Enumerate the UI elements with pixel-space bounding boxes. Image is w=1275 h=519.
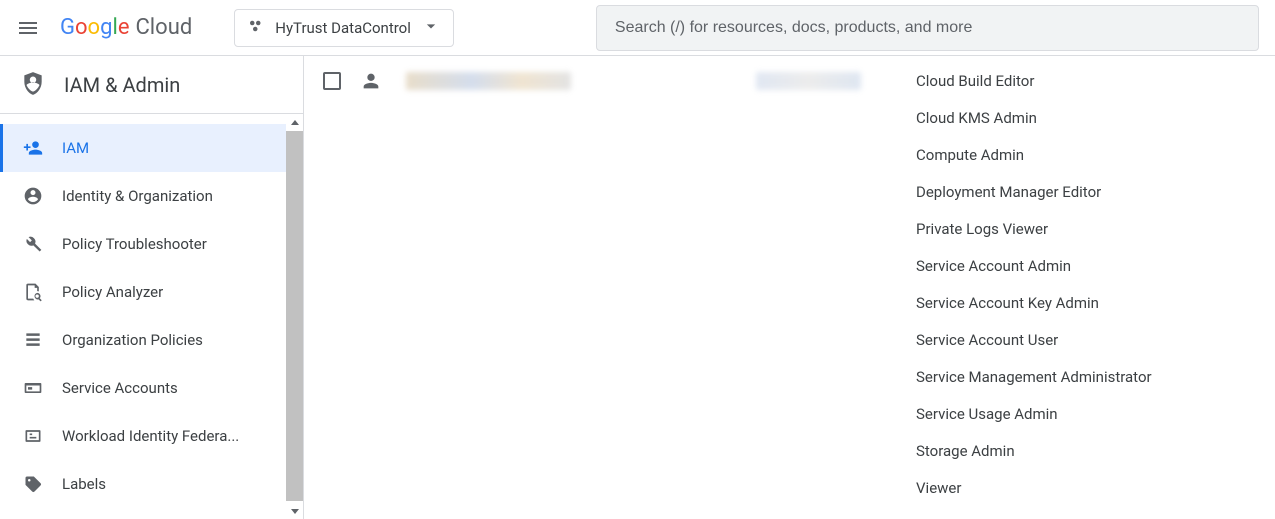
project-picker[interactable]: HyTrust DataControl (234, 9, 454, 47)
sidebar-title: IAM & Admin (64, 73, 180, 97)
name-redacted (756, 72, 861, 90)
sidebar-item-policy-analyzer[interactable]: Policy Analyzer (0, 268, 303, 316)
sidebar-item-label: Service Accounts (62, 379, 178, 397)
shield-account-icon (20, 70, 46, 100)
roles-list: Cloud Build Editor Cloud KMS Admin Compu… (916, 72, 1275, 497)
role-item: Private Logs Viewer (916, 220, 1275, 238)
sidebar-item-label: Policy Troubleshooter (62, 235, 207, 253)
account-circle-icon (22, 186, 44, 206)
google-cloud-logo[interactable]: Google Cloud (60, 15, 192, 40)
badge-icon (22, 426, 44, 446)
sidebar-item-service-accounts[interactable]: Service Accounts (0, 364, 303, 412)
top-bar: Google Cloud HyTrust DataControl (0, 0, 1275, 56)
role-item: Service Account Key Admin (916, 294, 1275, 312)
role-item: Deployment Manager Editor (916, 183, 1275, 201)
scrollbar-thumb[interactable] (286, 131, 303, 501)
principal-redacted (406, 72, 571, 90)
role-item: Compute Admin (916, 146, 1275, 164)
role-item: Service Management Administrator (916, 368, 1275, 386)
search-input[interactable] (596, 5, 1259, 51)
person-icon (360, 70, 382, 96)
menu-icon[interactable] (16, 16, 40, 40)
scrollbar-down-icon[interactable] (286, 502, 303, 519)
row-checkbox[interactable] (323, 72, 341, 90)
sidebar-item-iam[interactable]: IAM (0, 124, 303, 172)
sidebar-scrollbar[interactable] (286, 114, 303, 519)
sidebar-list: IAM Identity & Organization Policy Troub… (0, 114, 303, 508)
chevron-down-icon (421, 16, 441, 40)
principal-row: Cloud Build Editor Cloud KMS Admin Compu… (304, 70, 1275, 497)
sidebar-item-policy-troubleshooter[interactable]: Policy Troubleshooter (0, 220, 303, 268)
sidebar-item-label: IAM (62, 139, 89, 157)
role-item: Storage Admin (916, 442, 1275, 460)
person-add-icon (22, 138, 44, 158)
sidebar-item-label: Organization Policies (62, 331, 203, 349)
sidebar-item-organization-policies[interactable]: Organization Policies (0, 316, 303, 364)
scrollbar-up-icon[interactable] (286, 114, 303, 131)
project-scope-icon (247, 17, 265, 39)
sidebar-item-label: Identity & Organization (62, 187, 213, 205)
search-container (596, 5, 1259, 51)
doc-search-icon (22, 282, 44, 302)
role-item: Service Usage Admin (916, 405, 1275, 423)
sidebar-item-identity-organization[interactable]: Identity & Organization (0, 172, 303, 220)
role-item: Viewer (916, 479, 1275, 497)
role-item: Cloud KMS Admin (916, 109, 1275, 127)
sidebar-item-label: Labels (62, 475, 106, 493)
sidebar-item-labels[interactable]: Labels (0, 460, 303, 508)
sidebar-item-label: Workload Identity Federa... (62, 427, 239, 445)
role-item: Cloud Build Editor (916, 72, 1275, 90)
sidebar-header: IAM & Admin (0, 56, 303, 114)
role-item: Service Account User (916, 331, 1275, 349)
main-content: Cloud Build Editor Cloud KMS Admin Compu… (304, 56, 1275, 519)
wrench-icon (22, 234, 44, 254)
project-name: HyTrust DataControl (275, 19, 411, 37)
cloud-word: Cloud (135, 15, 192, 40)
card-icon (22, 378, 44, 398)
tag-icon (22, 474, 44, 494)
list-icon (22, 330, 44, 350)
sidebar: IAM & Admin IAM Identity & Organization (0, 56, 304, 519)
sidebar-item-label: Policy Analyzer (62, 283, 163, 301)
role-item: Service Account Admin (916, 257, 1275, 275)
sidebar-item-workload-identity-federation[interactable]: Workload Identity Federa... (0, 412, 303, 460)
